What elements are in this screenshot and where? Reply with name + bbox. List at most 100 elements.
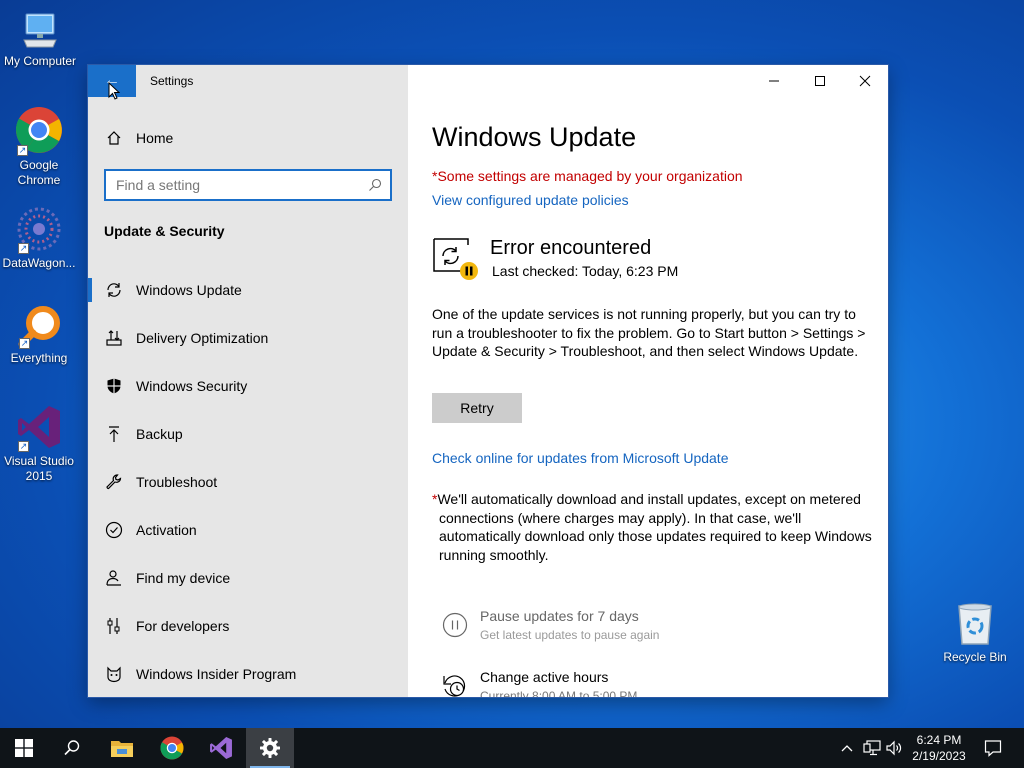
sidebar-item-backup[interactable]: Backup <box>88 410 408 458</box>
chevron-up-icon <box>841 745 853 752</box>
shortcut-arrow-icon: ↗ <box>17 145 28 156</box>
option-title: Change active hours <box>480 669 609 685</box>
sidebar-item-label: Find my device <box>136 570 231 586</box>
desktop-icon-label: Visual Studio 2015 <box>4 454 74 483</box>
maximize-icon <box>815 76 825 86</box>
option-title: Pause updates for 7 days <box>480 608 639 624</box>
sidebar-item-windows-insider[interactable]: Windows Insider Program <box>88 650 408 697</box>
search-icon[interactable] <box>368 178 382 197</box>
sidebar-item-label: Backup <box>136 426 183 442</box>
backup-arrow-icon <box>104 424 124 444</box>
mouse-cursor-icon <box>108 82 120 100</box>
visual-studio-icon <box>210 737 232 759</box>
home-icon <box>104 130 124 146</box>
retry-button[interactable]: Retry <box>432 393 522 423</box>
sidebar-item-find-my-device[interactable]: Find my device <box>88 554 408 602</box>
folder-icon <box>111 741 133 757</box>
taskbar-search-button[interactable] <box>48 728 96 768</box>
taskbar-settings[interactable] <box>246 728 294 768</box>
desktop-icon-visual-studio[interactable]: ↗ Visual Studio 2015 <box>0 404 79 484</box>
delivery-icon <box>104 328 124 348</box>
taskbar-visual-studio[interactable] <box>197 728 245 768</box>
desktop-icon-google-chrome[interactable]: ↗ Google Chrome <box>0 106 79 188</box>
page-title: Windows Update <box>432 122 637 152</box>
section-title: Update & Security <box>104 223 225 239</box>
sidebar-item-label: Delivery Optimization <box>136 330 269 346</box>
sidebar-item-label: Windows Security <box>136 378 248 394</box>
check-circle-icon <box>104 520 124 540</box>
everything-search-icon: ↗ <box>17 305 61 349</box>
pause-updates-option[interactable]: Pause updates for 7 days Get latest upda… <box>442 608 862 648</box>
sidebar-home[interactable]: Home <box>104 128 173 148</box>
close-button[interactable] <box>842 65 888 97</box>
windows-logo-icon <box>15 739 33 757</box>
option-subtitle: Get latest updates to pause again <box>480 628 660 642</box>
sidebar-item-delivery-optimization[interactable]: Delivery Optimization <box>88 314 408 362</box>
title-bar: ← Settings <box>88 65 408 100</box>
desktop-icon-label: Google Chrome <box>17 158 61 187</box>
check-online-link[interactable]: Check online for updates from Microsoft … <box>432 450 728 466</box>
settings-window: ← Settings Home Update & Security <box>88 65 888 697</box>
sidebar-nav: Windows Update Delivery Optimization Win… <box>88 266 408 697</box>
desktop-icon-my-computer[interactable]: My Computer <box>0 10 80 69</box>
sidebar-item-label: Windows Insider Program <box>136 666 297 682</box>
change-active-hours-option[interactable]: Change active hours Currently 8:00 AM to… <box>442 669 862 697</box>
view-policies-link[interactable]: View configured update policies <box>432 192 629 208</box>
search-input[interactable] <box>106 171 356 199</box>
taskbar-file-explorer[interactable] <box>98 728 146 768</box>
last-checked: Last checked: Today, 6:23 PM <box>492 263 679 279</box>
sidebar-item-label: Troubleshoot <box>136 474 218 490</box>
taskbar-chrome[interactable] <box>148 728 196 768</box>
taskbar-clock[interactable]: 6:24 PM 2/19/2023 <box>902 732 976 764</box>
person-pin-icon <box>104 568 124 588</box>
close-icon <box>859 75 871 87</box>
managed-notice: *Some settings are managed by your organ… <box>432 168 743 184</box>
note-text: We'll automatically download and install… <box>437 491 872 563</box>
chrome-icon: ↗ <box>15 106 63 156</box>
settings-sidebar: ← Settings Home Update & Security <box>88 65 408 697</box>
network-tray-button[interactable] <box>860 728 884 768</box>
shortcut-arrow-icon: ↗ <box>19 338 30 349</box>
desktop-icon-datawagon[interactable]: ↗ DataWagon... <box>0 206 79 271</box>
update-error-icon <box>432 237 478 281</box>
show-hidden-icons-button[interactable] <box>838 728 856 768</box>
minimize-button[interactable] <box>751 65 797 97</box>
shield-icon <box>104 376 124 396</box>
home-label: Home <box>136 130 174 146</box>
desktop-icon-everything[interactable]: ↗ Everything <box>0 305 79 366</box>
recycle-bin-icon <box>955 602 995 646</box>
clock-date: 2/19/2023 <box>912 749 966 763</box>
search-icon <box>64 740 80 756</box>
visual-studio-icon: ↗ <box>16 404 62 452</box>
error-description: One of the update services is not runnin… <box>432 306 866 359</box>
sidebar-item-troubleshoot[interactable]: Troubleshoot <box>88 458 408 506</box>
network-icon <box>863 740 881 756</box>
sidebar-item-windows-security[interactable]: Windows Security <box>88 362 408 410</box>
clock-icon <box>442 673 468 697</box>
desktop-icon-recycle-bin[interactable]: Recycle Bin <box>935 602 1015 665</box>
sidebar-item-label: Windows Update <box>136 282 242 298</box>
sidebar-item-for-developers[interactable]: For developers <box>88 602 408 650</box>
computer-icon <box>20 10 60 50</box>
desktop-icon-label: Recycle Bin <box>943 650 1007 664</box>
minimize-icon <box>769 80 779 82</box>
option-subtitle: Currently 8:00 AM to 5:00 PM <box>480 689 638 697</box>
datawagon-icon: ↗ <box>16 206 62 254</box>
sidebar-item-activation[interactable]: Activation <box>88 506 408 554</box>
sync-icon <box>104 280 124 300</box>
window-title: Settings <box>150 74 194 88</box>
action-center-button[interactable] <box>978 728 1008 768</box>
sidebar-item-label: For developers <box>136 618 230 634</box>
volume-tray-button[interactable] <box>884 728 904 768</box>
desktop-icon-label: DataWagon... <box>2 256 76 270</box>
sidebar-item-label: Activation <box>136 522 197 538</box>
chrome-icon <box>160 736 184 760</box>
shortcut-arrow-icon: ↗ <box>18 441 29 452</box>
desktop-icon-label: My Computer <box>3 54 77 68</box>
sidebar-item-windows-update[interactable]: Windows Update <box>88 266 408 314</box>
start-button[interactable] <box>0 728 48 768</box>
pause-circle-icon <box>442 612 468 638</box>
maximize-button[interactable] <box>797 65 843 97</box>
sliders-icon <box>104 616 124 636</box>
taskbar: 6:24 PM 2/19/2023 <box>0 728 1024 768</box>
